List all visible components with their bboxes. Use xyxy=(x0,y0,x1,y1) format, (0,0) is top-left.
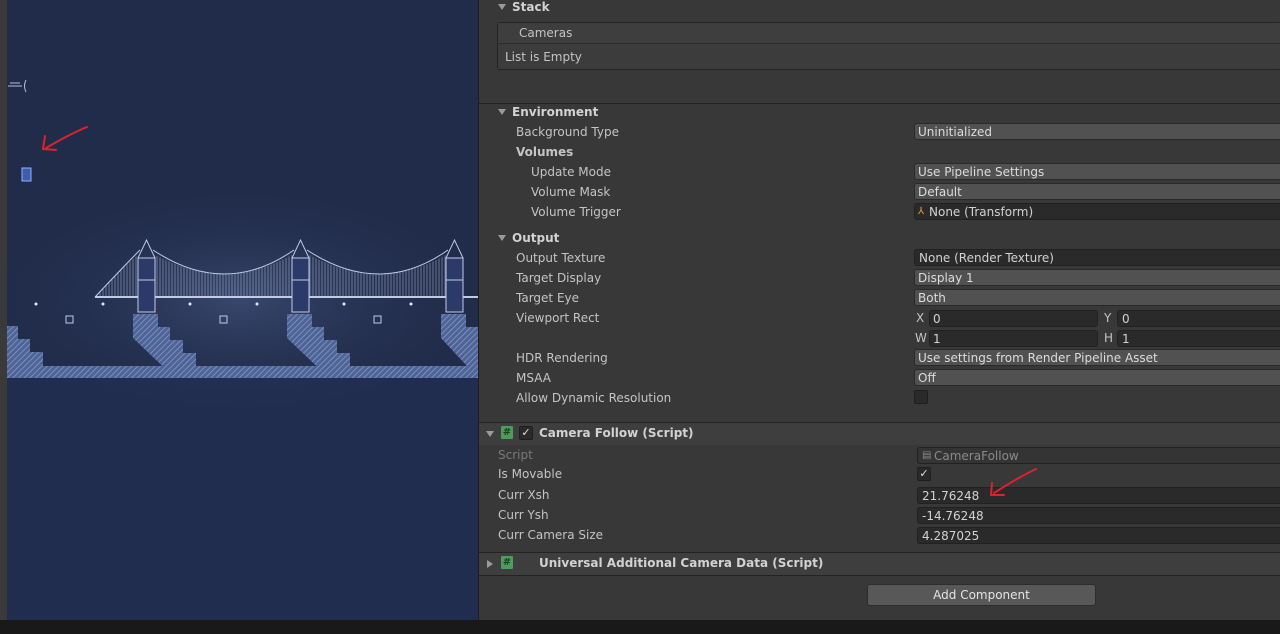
environment-section-title[interactable]: Environment xyxy=(512,105,598,119)
script-value: CameraFollow xyxy=(934,449,1019,463)
viewport-w-input[interactable]: 1 xyxy=(929,330,1098,347)
cameras-list: Cameras List is Empty xyxy=(497,22,1280,70)
msaa-dropdown[interactable]: Off xyxy=(914,369,1280,386)
section-divider xyxy=(479,103,1280,104)
camera-follow-fold-icon[interactable] xyxy=(486,431,494,437)
stack-fold-icon[interactable] xyxy=(498,4,506,10)
target-eye-label: Target Eye xyxy=(516,291,580,305)
volumes-label: Volumes xyxy=(516,145,574,159)
viewport-x-label[interactable]: X xyxy=(916,311,924,325)
volume-trigger-value: None (Transform) xyxy=(929,205,1034,219)
target-display-dropdown[interactable]: Display 1 xyxy=(914,269,1280,286)
bottom-status-bar xyxy=(0,620,1280,634)
target-eye-dropdown[interactable]: Both xyxy=(914,289,1280,306)
viewport-h-input[interactable]: 1 xyxy=(1117,330,1280,347)
inspector-panel: Stack Cameras List is Empty Environment … xyxy=(478,0,1280,620)
universal-camera-data-title[interactable]: Universal Additional Camera Data (Script… xyxy=(539,556,823,570)
update-mode-dropdown[interactable]: Use Pipeline Settings xyxy=(914,163,1280,180)
camera-follow-enabled-checkbox[interactable]: ✓ xyxy=(519,426,533,440)
output-texture-field[interactable]: None (Render Texture) xyxy=(914,249,1280,266)
target-display-label: Target Display xyxy=(516,271,602,285)
viewport-x-input[interactable]: 0 xyxy=(929,310,1098,327)
section-divider xyxy=(479,575,1280,576)
curr-camera-size-label: Curr Camera Size xyxy=(498,528,603,542)
volume-mask-label: Volume Mask xyxy=(531,185,611,199)
curr-camera-size-input[interactable]: 4.287025 xyxy=(917,527,1280,544)
viewport-w-label[interactable]: W xyxy=(915,331,927,345)
scene-canvas[interactable] xyxy=(0,0,478,620)
scene-view[interactable] xyxy=(0,0,478,620)
volume-trigger-field[interactable]: ⅄ None (Transform) xyxy=(914,203,1280,220)
list-empty-text: List is Empty xyxy=(505,50,582,64)
curr-ysh-label: Curr Ysh xyxy=(498,508,549,522)
output-fold-icon[interactable] xyxy=(498,235,506,241)
volume-mask-dropdown[interactable]: Default xyxy=(914,183,1280,200)
camera-follow-title[interactable]: Camera Follow (Script) xyxy=(539,426,694,440)
msaa-label: MSAA xyxy=(516,371,551,385)
viewport-y-input[interactable]: 0 xyxy=(1117,310,1280,327)
allow-dynamic-resolution-label: Allow Dynamic Resolution xyxy=(516,391,672,405)
volume-trigger-label: Volume Trigger xyxy=(531,205,621,219)
update-mode-label: Update Mode xyxy=(531,165,611,179)
script-file-icon: ▤ xyxy=(922,450,932,461)
universal-camera-data-fold-icon[interactable] xyxy=(487,560,493,568)
cameras-list-header-label: Cameras xyxy=(519,26,573,40)
script-hash-icon: # xyxy=(501,556,513,569)
script-label: Script xyxy=(498,448,533,462)
is-movable-checkbox[interactable]: ✓ xyxy=(917,467,931,481)
allow-dynamic-resolution-checkbox[interactable] xyxy=(914,390,928,404)
viewport-h-label[interactable]: H xyxy=(1104,331,1113,345)
selected-object-icon[interactable] xyxy=(21,167,32,182)
add-component-button[interactable]: Add Component xyxy=(867,584,1096,606)
output-section-title[interactable]: Output xyxy=(512,231,559,245)
stack-section-title[interactable]: Stack xyxy=(512,0,550,14)
script-hash-icon: # xyxy=(501,426,513,439)
output-texture-label: Output Texture xyxy=(516,251,606,265)
background-type-dropdown[interactable]: Uninitialized xyxy=(914,123,1280,140)
curr-ysh-input[interactable]: -14.76248 xyxy=(917,507,1280,524)
hdr-rendering-label: HDR Rendering xyxy=(516,351,608,365)
viewport-rect-label: Viewport Rect xyxy=(516,311,600,325)
transform-icon: ⅄ xyxy=(918,206,925,217)
cameras-list-header: Cameras xyxy=(498,23,1280,44)
background-type-label: Background Type xyxy=(516,125,619,139)
script-field: ▤ CameraFollow xyxy=(917,447,1280,464)
environment-fold-icon[interactable] xyxy=(498,109,506,115)
viewport-y-label[interactable]: Y xyxy=(1104,311,1111,325)
curr-xsh-input[interactable]: 21.76248 xyxy=(917,487,1280,504)
red-arrow-annotation-icon xyxy=(989,468,1037,496)
hdr-rendering-dropdown[interactable]: Use settings from Render Pipeline Asset xyxy=(914,349,1280,366)
is-movable-label: Is Movable xyxy=(498,467,563,481)
curr-xsh-label: Curr Xsh xyxy=(498,488,550,502)
